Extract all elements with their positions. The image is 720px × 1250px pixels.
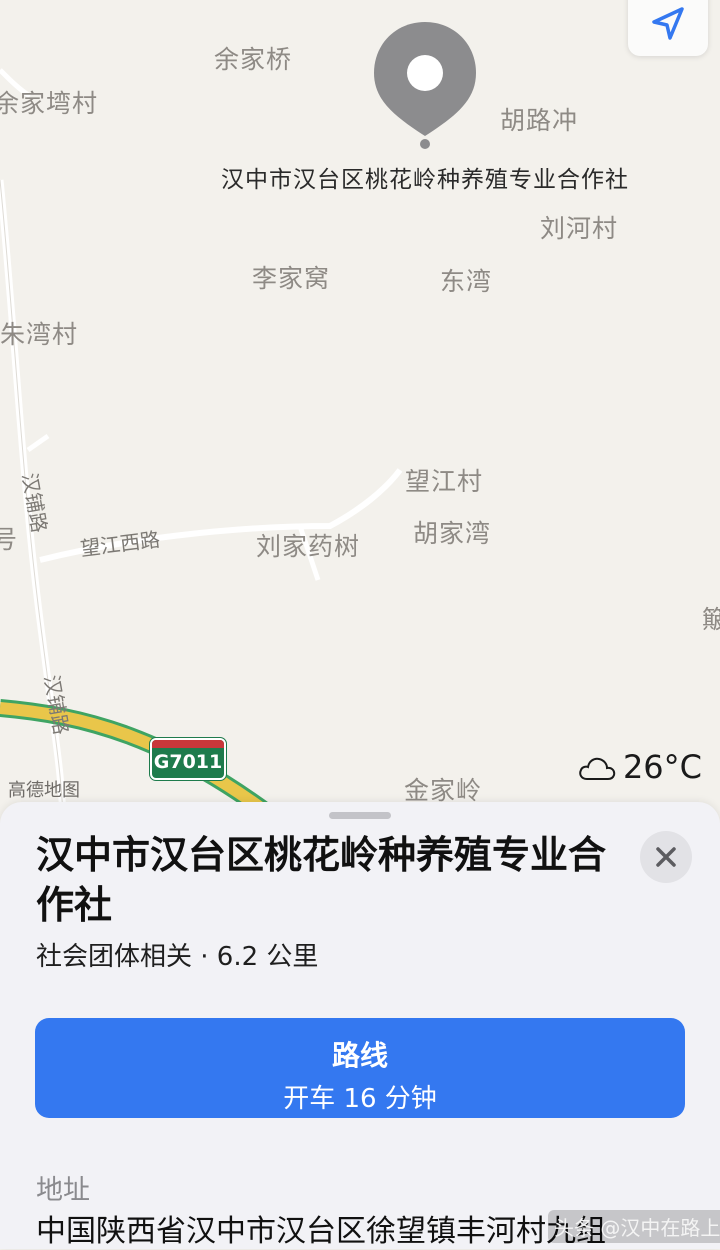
place-label: 望江村 <box>405 467 484 496</box>
map-attribution: 高德地图 <box>8 780 80 801</box>
place-detail-sheet[interactable]: 汉中市汉台区桃花岭种养殖专业合作社 社会团体相关 · 6.2 公里 路线 开车 … <box>0 802 720 1249</box>
location-pin-icon[interactable] <box>372 20 478 150</box>
place-label: 余家塆村 <box>0 89 99 118</box>
route-detail: 开车 16 分钟 <box>283 1084 437 1114</box>
place-label: 李家窝 <box>252 264 331 293</box>
locate-button[interactable] <box>628 0 708 56</box>
temperature: 26°C <box>622 748 702 786</box>
place-label: 刘家药树 <box>256 532 361 561</box>
place-label-partial: 号 <box>0 525 19 554</box>
place-label-partial: 簸 <box>702 605 720 634</box>
map-view[interactable]: 余家桥 余家塆村 胡路冲 刘河村 李家窝 东湾 朱湾村 望江村 胡家湾 刘家药树… <box>0 0 720 830</box>
address-label: 地址 <box>36 1175 90 1206</box>
sheet-grabber[interactable] <box>329 812 391 819</box>
place-label: 东湾 <box>440 267 493 296</box>
place-label: 余家桥 <box>214 45 293 74</box>
place-label: 刘河村 <box>540 214 619 243</box>
place-subtitle: 社会团体相关 · 6.2 公里 <box>36 942 319 972</box>
highway-code: G7011 <box>153 751 223 773</box>
pin-title: 汉中市汉台区桃花岭种养殖专业合作社 <box>221 167 629 193</box>
place-title: 汉中市汉台区桃花岭种养殖专业合作社 <box>36 833 607 927</box>
highway-shield: G7011 <box>150 738 226 780</box>
weather-widget: 26°C <box>577 748 702 786</box>
highway-shield-stripe <box>152 740 224 748</box>
place-label: 朱湾村 <box>0 320 79 349</box>
route-button[interactable]: 路线 开车 16 分钟 <box>35 1018 685 1118</box>
route-label: 路线 <box>331 1039 388 1072</box>
place-label: 胡家湾 <box>413 519 492 548</box>
address-value[interactable]: 中国陕西省汉中市汉台区徐望镇丰河村九组 <box>36 1206 606 1250</box>
road-network <box>0 68 403 830</box>
close-button[interactable] <box>640 831 692 883</box>
watermark: 头条 @汉中在路上 <box>548 1210 720 1243</box>
close-icon <box>656 847 676 867</box>
place-label: 胡路冲 <box>500 106 579 135</box>
cloud-icon <box>579 757 616 780</box>
location-arrow-icon <box>652 7 684 40</box>
